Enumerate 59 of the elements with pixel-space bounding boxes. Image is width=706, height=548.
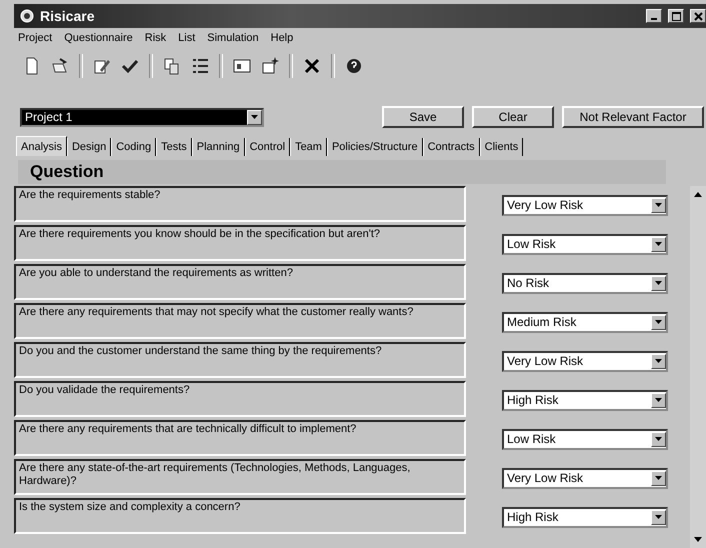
scroll-down-arrow-icon[interactable] (694, 537, 702, 542)
risk-dropdown[interactable]: High Risk (502, 390, 668, 410)
question-text: Are there any requirements that may not specify what the customer really wants? (14, 303, 466, 339)
action-button[interactable]: Not Relevant Factor (562, 106, 704, 128)
action-button[interactable]: Save (382, 106, 464, 128)
menu-item[interactable]: Help (270, 32, 294, 44)
question-text: Are there any state-of-the-art requirements (Technologies, Methods, Languages, Hardware)? (14, 459, 466, 495)
menu-item[interactable]: Project (18, 32, 52, 44)
question-text: Are there any requirements that are technically difficult to implement? (14, 420, 466, 456)
app-icon (20, 9, 34, 23)
minimize-button[interactable] (646, 9, 662, 23)
dropdown-arrow-icon (655, 281, 662, 285)
project-dropdown[interactable]: Project 1 (20, 108, 264, 126)
dropdown-arrow-icon (655, 515, 662, 519)
dropdown-arrow-icon (251, 115, 258, 119)
question-text: Are you able to understand the requirements as written? (14, 264, 466, 300)
window-title: Risicare (40, 8, 94, 24)
tab[interactable]: Contracts (422, 138, 480, 156)
question-text: Do you and the customer understand the same thing by the requirements? (14, 342, 466, 378)
question-text: Are the requirements stable? (14, 186, 466, 222)
close-icon (694, 12, 702, 20)
tab[interactable]: Policies/Structure (326, 138, 423, 156)
maximize-button[interactable] (668, 9, 684, 23)
risk-dropdown[interactable]: Very Low Risk (502, 350, 668, 372)
scroll-up-arrow-icon[interactable] (694, 192, 702, 197)
dropdown-arrow-icon (655, 203, 662, 207)
risk-dropdown[interactable]: Very Low Risk (502, 194, 668, 216)
menu-item[interactable]: Simulation (207, 32, 259, 44)
tab[interactable]: Design (66, 138, 112, 156)
risk-dropdown[interactable]: Low Risk (502, 428, 668, 450)
menu-item[interactable]: Risk (144, 32, 166, 44)
dropdown-arrow-icon (655, 476, 662, 480)
dropdown-arrow-icon (655, 398, 662, 402)
question-text: Do you validade the requirements? (14, 381, 466, 417)
risk-dropdown[interactable]: Low Risk (502, 234, 668, 254)
scrollbar[interactable] (690, 186, 706, 548)
menu-item[interactable]: Questionnaire (64, 32, 133, 44)
tab[interactable]: Control (244, 138, 290, 156)
dropdown-arrow-icon (655, 437, 662, 441)
tab[interactable]: Analysis (16, 136, 67, 156)
risk-dropdown[interactable]: No Risk (502, 272, 668, 294)
maximize-icon (672, 12, 680, 20)
tab[interactable]: Clients (480, 138, 524, 156)
dropdown-arrow-icon (655, 359, 662, 363)
menu-item[interactable]: List (178, 32, 196, 44)
risk-dropdown[interactable]: High Risk (502, 506, 668, 528)
question-text: Are there requirements you know should be in the specification but aren't? (14, 225, 466, 261)
dropdown-arrow-icon (655, 242, 662, 246)
tab[interactable]: Tests (156, 138, 192, 156)
tab[interactable]: Planning (192, 138, 245, 156)
question-text: Is the system size and complexity a concern? (14, 498, 466, 534)
dropdown-arrow-icon (655, 320, 662, 324)
tab[interactable]: Coding (111, 138, 156, 156)
tab[interactable]: Team (290, 138, 327, 156)
close-button[interactable] (690, 9, 706, 23)
column-header: Question (29, 162, 104, 182)
risk-dropdown[interactable]: Very Low Risk (502, 468, 668, 488)
risk-dropdown[interactable]: Medium Risk (502, 312, 668, 332)
action-button[interactable]: Clear (472, 106, 554, 128)
